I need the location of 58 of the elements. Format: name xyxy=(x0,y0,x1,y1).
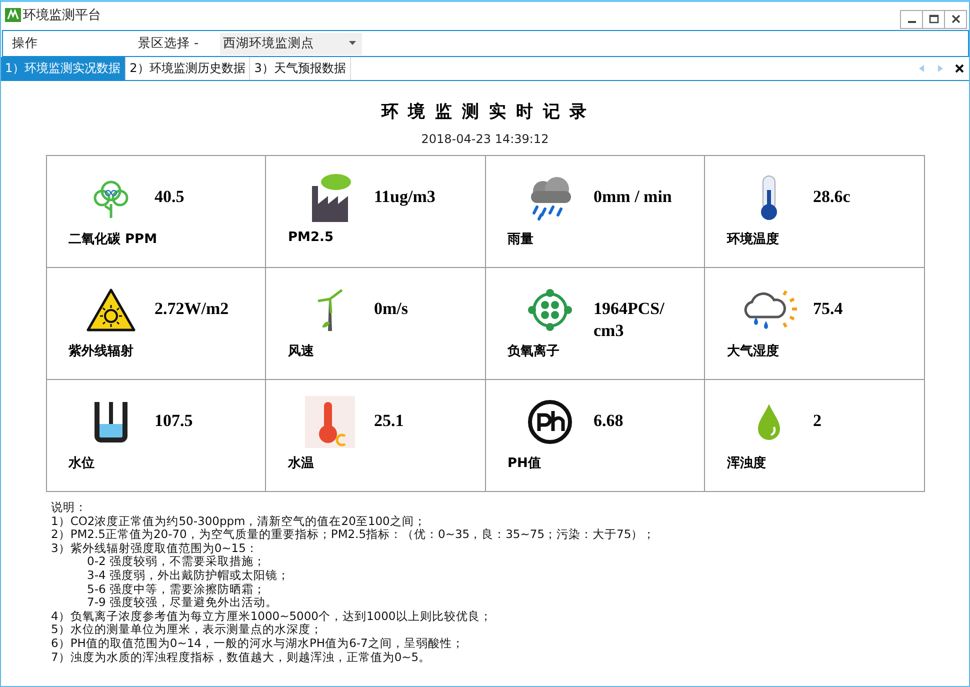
minimize-icon xyxy=(908,21,916,23)
reading-value: 1964PCS/ cm3 xyxy=(592,298,666,338)
reading-value: 75.4 xyxy=(812,298,844,320)
thermometer-icon xyxy=(305,396,355,448)
menu-item[interactable]: 操作 xyxy=(3,35,138,52)
reading-value: 2.72W/m2 xyxy=(154,298,230,320)
reading-label: 雨量 xyxy=(506,231,534,249)
reading-value: 25.1 xyxy=(373,410,405,432)
close-icon xyxy=(950,14,960,24)
reading-label: 大气湿度 xyxy=(726,342,780,361)
note-line: 6）PH值的取值范围为0~14，一般的河水与湖水PH值为6-7之间，呈弱酸性； xyxy=(51,636,465,651)
app-logo-icon xyxy=(5,8,21,22)
ion-icon xyxy=(526,287,572,333)
note-line: 3-4 强度弱，外出戴防护帽或太阳镜； xyxy=(86,568,290,583)
wind-turbine-icon xyxy=(316,287,344,333)
reading-label: 浑浊度 xyxy=(726,454,767,473)
reading-value: 6.68 xyxy=(592,410,624,432)
close-button[interactable] xyxy=(944,10,967,28)
reading-value: 40.5 xyxy=(154,186,186,208)
reading-value: 0mm / min xyxy=(592,186,673,208)
uv-warning-icon xyxy=(86,288,136,332)
note-line: 7）浊度为水质的浑浊程度指标，数值越大，则越浑浊，正常值为0~5。 xyxy=(51,650,432,664)
reading-label: PH值 xyxy=(506,455,542,473)
reading-value: 107.5 xyxy=(154,410,194,432)
note-line: 4）负氧离子浓度参考值为每立方厘米1000~5000个，达到1000以上则比较优良； xyxy=(51,610,493,624)
reading-value: 2 xyxy=(812,410,822,432)
reading-label: 环境温度 xyxy=(726,230,780,249)
note-line: 5-6 强度中等，需要涂擦防晒霜； xyxy=(86,582,266,596)
reading-value: 28.6c xyxy=(812,186,852,208)
reading-label: 紫外线辐射 xyxy=(68,342,134,361)
area-label: 景区选择 - xyxy=(138,35,200,52)
close-tab-icon[interactable] xyxy=(955,64,964,73)
window-title: 环境监测平台 xyxy=(23,7,101,24)
note-line: 1）CO2浓度正常值为约50-300ppm，清新空气的值在20至100之间； xyxy=(51,514,427,528)
reading-label: 水温 xyxy=(286,455,315,473)
report-time: 2018-04-23 14:39:12 xyxy=(421,132,549,146)
area-dropdown[interactable]: 西湖环境监测点 xyxy=(220,32,362,54)
note-line: 0-2 强度较弱，不需要采取措施； xyxy=(86,555,266,569)
minimize-button[interactable] xyxy=(900,10,923,28)
reading-label: 负氧离子 xyxy=(506,342,560,361)
tab[interactable]: 1）环境监测实况数据 xyxy=(1,57,126,80)
caret-icon xyxy=(349,41,356,46)
note-line: 2）PM2.5正常值为20-70，为空气质量的重要指标；PM2.5指标：（优：0~35，良：35~75；污染：大于75）； xyxy=(51,528,656,542)
droplet-icon xyxy=(756,403,782,441)
note-line: 7-9 强度较强，尽量避免外出活动。 xyxy=(86,596,278,610)
ph-icon xyxy=(526,399,572,445)
reading-label: 水位 xyxy=(67,455,96,473)
report-title: 环 境 监 测 实 时 记 录 xyxy=(381,101,589,123)
maximize-button[interactable] xyxy=(922,10,945,28)
note-line: 3）紫外线辐射强度取值范围为0~15： xyxy=(51,542,259,556)
reading-label: 二氧化碳 PPM xyxy=(68,231,158,249)
notes-heading: 说明： xyxy=(51,501,88,515)
maximize-icon xyxy=(928,14,938,24)
reading-label: PM2.5 xyxy=(287,229,334,247)
reading-label: 风速 xyxy=(287,343,315,361)
reading-value: 0m/s xyxy=(373,298,409,320)
reading-value: 11ug/m3 xyxy=(373,186,436,208)
note-line: 5）水位的测量单位为厘米，表示测量点的水深度； xyxy=(51,623,324,637)
